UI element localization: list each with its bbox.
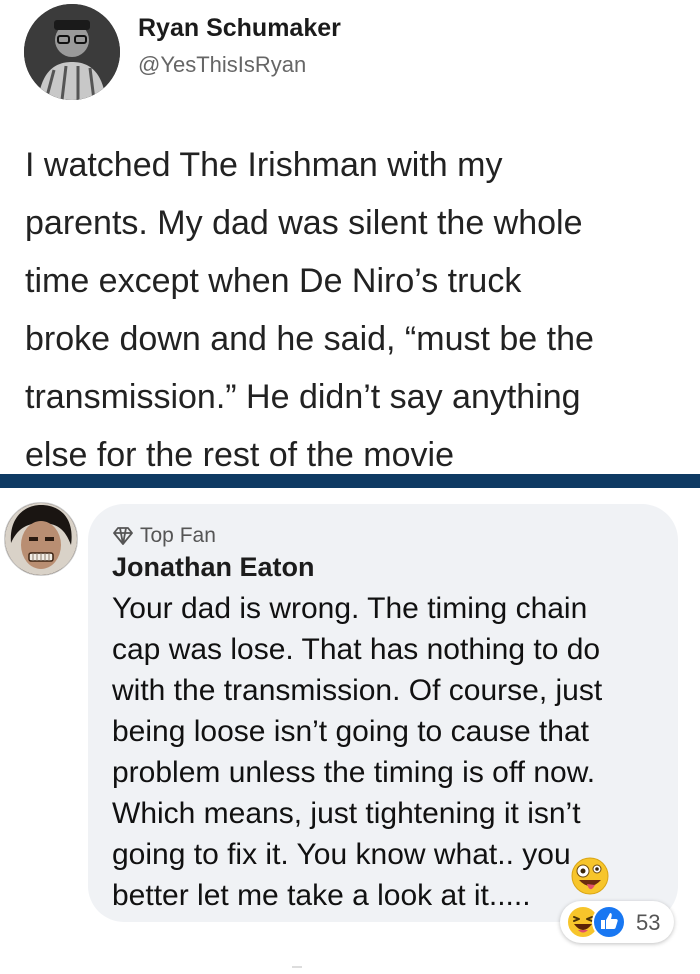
section-divider [0, 474, 700, 488]
comment-bubble[interactable]: Top Fan Jonathan Eaton Your dad is wrong… [88, 504, 678, 922]
reaction-count: 53 [636, 910, 661, 935]
tweet-author-avatar[interactable] [24, 4, 120, 100]
top-fan-badge[interactable]: Top Fan [112, 524, 216, 548]
comment-line: Your dad is wrong. The timing chain [112, 592, 588, 625]
tweet-author-handle[interactable]: @YesThisIsRyan [138, 52, 306, 78]
commenter-avatar[interactable] [4, 502, 78, 576]
tweet-line: transmission.” He didn’t say anything [25, 378, 581, 416]
comment-line: cap was lose. That has nothing to do [112, 633, 601, 666]
comment-line: Which means, just tightening it isn’t [112, 797, 581, 830]
diamond-icon [113, 527, 133, 545]
tweet-line: I watched The Irishman with my [25, 146, 503, 184]
like-reaction-icon [592, 905, 626, 939]
comment-line: being loose isn’t going to cause that [112, 715, 589, 748]
commenter-name[interactable]: Jonathan Eaton [112, 552, 315, 583]
comment-line: problem unless the timing is off now. [112, 756, 596, 789]
badge-label: Top Fan [140, 524, 216, 547]
comment-line: with the transmission. Of course, just [112, 674, 603, 707]
tweet-author-name[interactable]: Ryan Schumaker [138, 14, 341, 43]
facebook-comment: Top Fan Jonathan Eaton Your dad is wrong… [0, 488, 700, 974]
tweet-line: parents. My dad was silent the whole [25, 204, 583, 242]
scroll-hint [292, 966, 302, 968]
reaction-summary[interactable]: 53 [560, 901, 674, 943]
tweet-body: I watched The Irishman with my parents. … [25, 136, 685, 484]
crazy-face-emoji [571, 857, 609, 895]
tweet-card: Ryan Schumaker @YesThisIsRyan I watched … [0, 0, 700, 474]
tweet-line: broke down and he said, “must be the [25, 320, 594, 358]
tweet-line: time except when De Niro’s truck [25, 262, 522, 300]
